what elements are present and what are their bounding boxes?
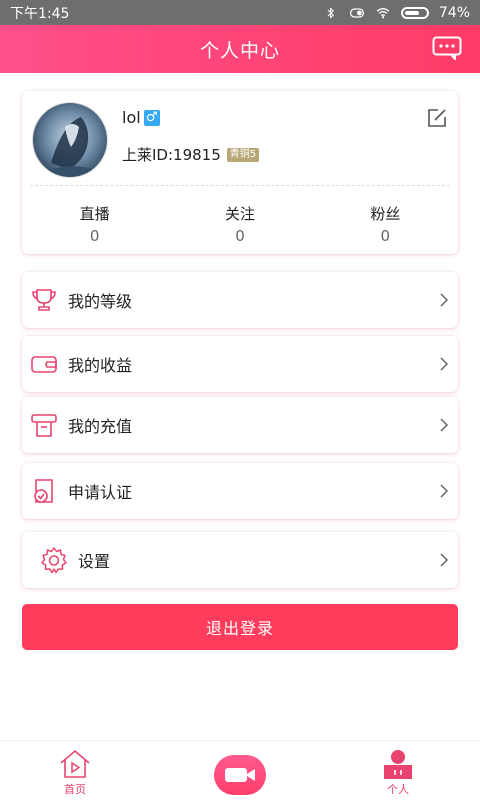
menu-label: 我的充值: [68, 417, 133, 436]
tab-profile[interactable]: 个人: [381, 749, 415, 797]
menu-label: 我的收益: [68, 356, 133, 375]
certificate-icon: [28, 475, 60, 507]
stat-label: 直播: [79, 205, 110, 223]
chevron-right-icon: [440, 293, 449, 307]
user-id: 上莱ID:19815: [122, 146, 221, 164]
username: lol: [122, 108, 141, 127]
male-icon: ♂: [143, 109, 160, 126]
video-camera-icon: [225, 768, 255, 782]
menu-label: 申请认证: [68, 483, 133, 502]
stat-fans[interactable]: 粉丝 0: [313, 203, 458, 245]
chevron-right-icon: [440, 418, 449, 432]
status-bar: 下午1:45 74%: [0, 0, 480, 25]
battery-icon: [400, 6, 429, 19]
chevron-right-icon: [440, 357, 449, 371]
chevron-right-icon: [440, 553, 449, 567]
chevron-right-icon: [440, 484, 449, 498]
battery-percent: 74%: [438, 4, 470, 21]
menu-label: 我的等级: [68, 292, 133, 311]
avatar[interactable]: [32, 102, 108, 178]
profile-card: lol ♂ 上莱ID:19815 青铜5 直播 0 关注 0 粉丝 0: [22, 91, 458, 254]
stat-live[interactable]: 直播 0: [22, 203, 167, 245]
stats-row: 直播 0 关注 0 粉丝 0: [22, 203, 458, 245]
recharge-icon: [28, 409, 60, 441]
stat-value: 0: [235, 227, 245, 245]
user-icon: [384, 750, 412, 779]
tab-label: 首页: [64, 783, 86, 796]
stat-value: 0: [89, 227, 100, 245]
divider: [30, 185, 450, 186]
tab-home[interactable]: 首页: [58, 749, 92, 797]
status-time: 下午1:45: [10, 5, 70, 22]
vibrate-icon: [349, 7, 364, 18]
menu-item-earnings[interactable]: 我的收益: [22, 336, 458, 392]
page-title: 个人中心: [199, 39, 280, 62]
header-bar: 个人中心: [0, 25, 480, 73]
menu-item-recharge[interactable]: 我的充值: [22, 397, 458, 453]
menu-item-certification[interactable]: 申请认证: [22, 463, 458, 519]
level-badge: 青铜5: [226, 147, 260, 162]
menu-label: 设置: [78, 552, 111, 571]
wifi-icon: [376, 7, 390, 18]
logout-button[interactable]: 退出登录: [22, 604, 458, 650]
menu-item-level[interactable]: 我的等级: [22, 272, 458, 328]
stat-value: 0: [380, 227, 391, 245]
avatar-image: [33, 103, 107, 177]
trophy-icon: [28, 284, 60, 316]
gear-icon: [38, 544, 70, 576]
username-row: lol ♂: [122, 108, 160, 127]
start-live-button[interactable]: [214, 755, 266, 795]
bluetooth-icon: [327, 6, 334, 19]
wallet-icon: [28, 348, 60, 380]
home-icon: [60, 749, 90, 778]
user-id-row: 上莱ID:19815 青铜5: [122, 144, 260, 165]
edit-icon[interactable]: [426, 107, 448, 129]
stat-label: 粉丝: [370, 205, 401, 223]
stat-label: 关注: [224, 205, 255, 223]
menu-item-settings[interactable]: 设置: [22, 532, 458, 588]
stat-following[interactable]: 关注 0: [167, 203, 312, 245]
tab-label: 个人: [387, 783, 409, 796]
message-icon[interactable]: [432, 36, 462, 60]
